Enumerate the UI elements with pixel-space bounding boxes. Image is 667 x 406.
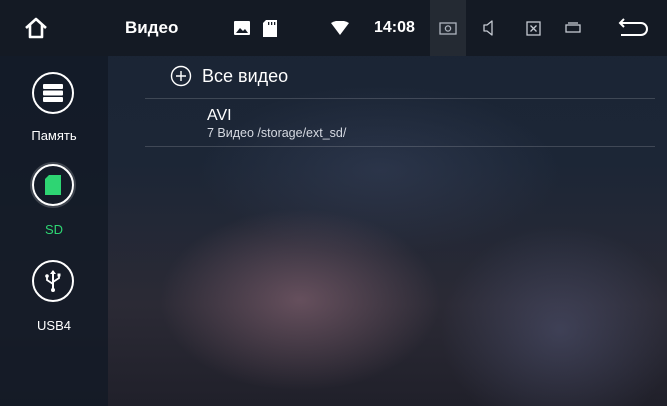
add-circle-icon: [170, 65, 192, 87]
usb-icon: [32, 260, 74, 302]
screenshot-button[interactable]: [430, 0, 466, 56]
video-player-screen: Видео 14:08 Память SD USB4 Все видео AVI…: [0, 0, 667, 406]
source-label: USB4: [37, 318, 71, 333]
image-notification-icon: [231, 0, 253, 56]
wifi-icon: [328, 0, 352, 56]
home-button[interactable]: [16, 0, 56, 56]
folder-name: AVI: [207, 107, 232, 124]
screenshot-icon: [439, 21, 457, 35]
source-sd[interactable]: SD: [0, 152, 108, 244]
page-title: Видео: [125, 18, 179, 37]
folder-item[interactable]: AVI 7 Видео /storage/ext_sd/: [207, 107, 346, 141]
volume-button[interactable]: [474, 0, 504, 56]
recent-apps-button[interactable]: [558, 0, 588, 56]
speaker-icon: [483, 20, 493, 36]
list-divider: [145, 98, 655, 99]
status-bar: Видео 14:08: [0, 0, 667, 56]
home-icon: [25, 17, 47, 39]
all-videos-label: Все видео: [202, 65, 289, 86]
sd-card-notification-icon: [260, 0, 280, 56]
source-label: SD: [44, 222, 64, 237]
clock: 14:08: [374, 19, 415, 36]
recent-apps-icon: [565, 22, 581, 33]
source-memory[interactable]: Память: [0, 56, 108, 148]
back-arrow-icon: [618, 18, 648, 36]
folder-info: 7 Видео /storage/ext_sd/: [207, 126, 347, 140]
all-videos-item[interactable]: Все видео: [170, 62, 288, 90]
back-button[interactable]: [612, 0, 654, 56]
source-sidebar: Память SD USB4: [0, 56, 108, 406]
source-usb[interactable]: USB4: [0, 248, 108, 340]
storage-icon: [32, 72, 74, 114]
source-label: Память: [31, 128, 77, 143]
close-app-button[interactable]: [518, 0, 548, 56]
close-box-icon: [525, 20, 541, 36]
sd-card-icon: [32, 164, 74, 206]
list-divider: [145, 146, 655, 147]
